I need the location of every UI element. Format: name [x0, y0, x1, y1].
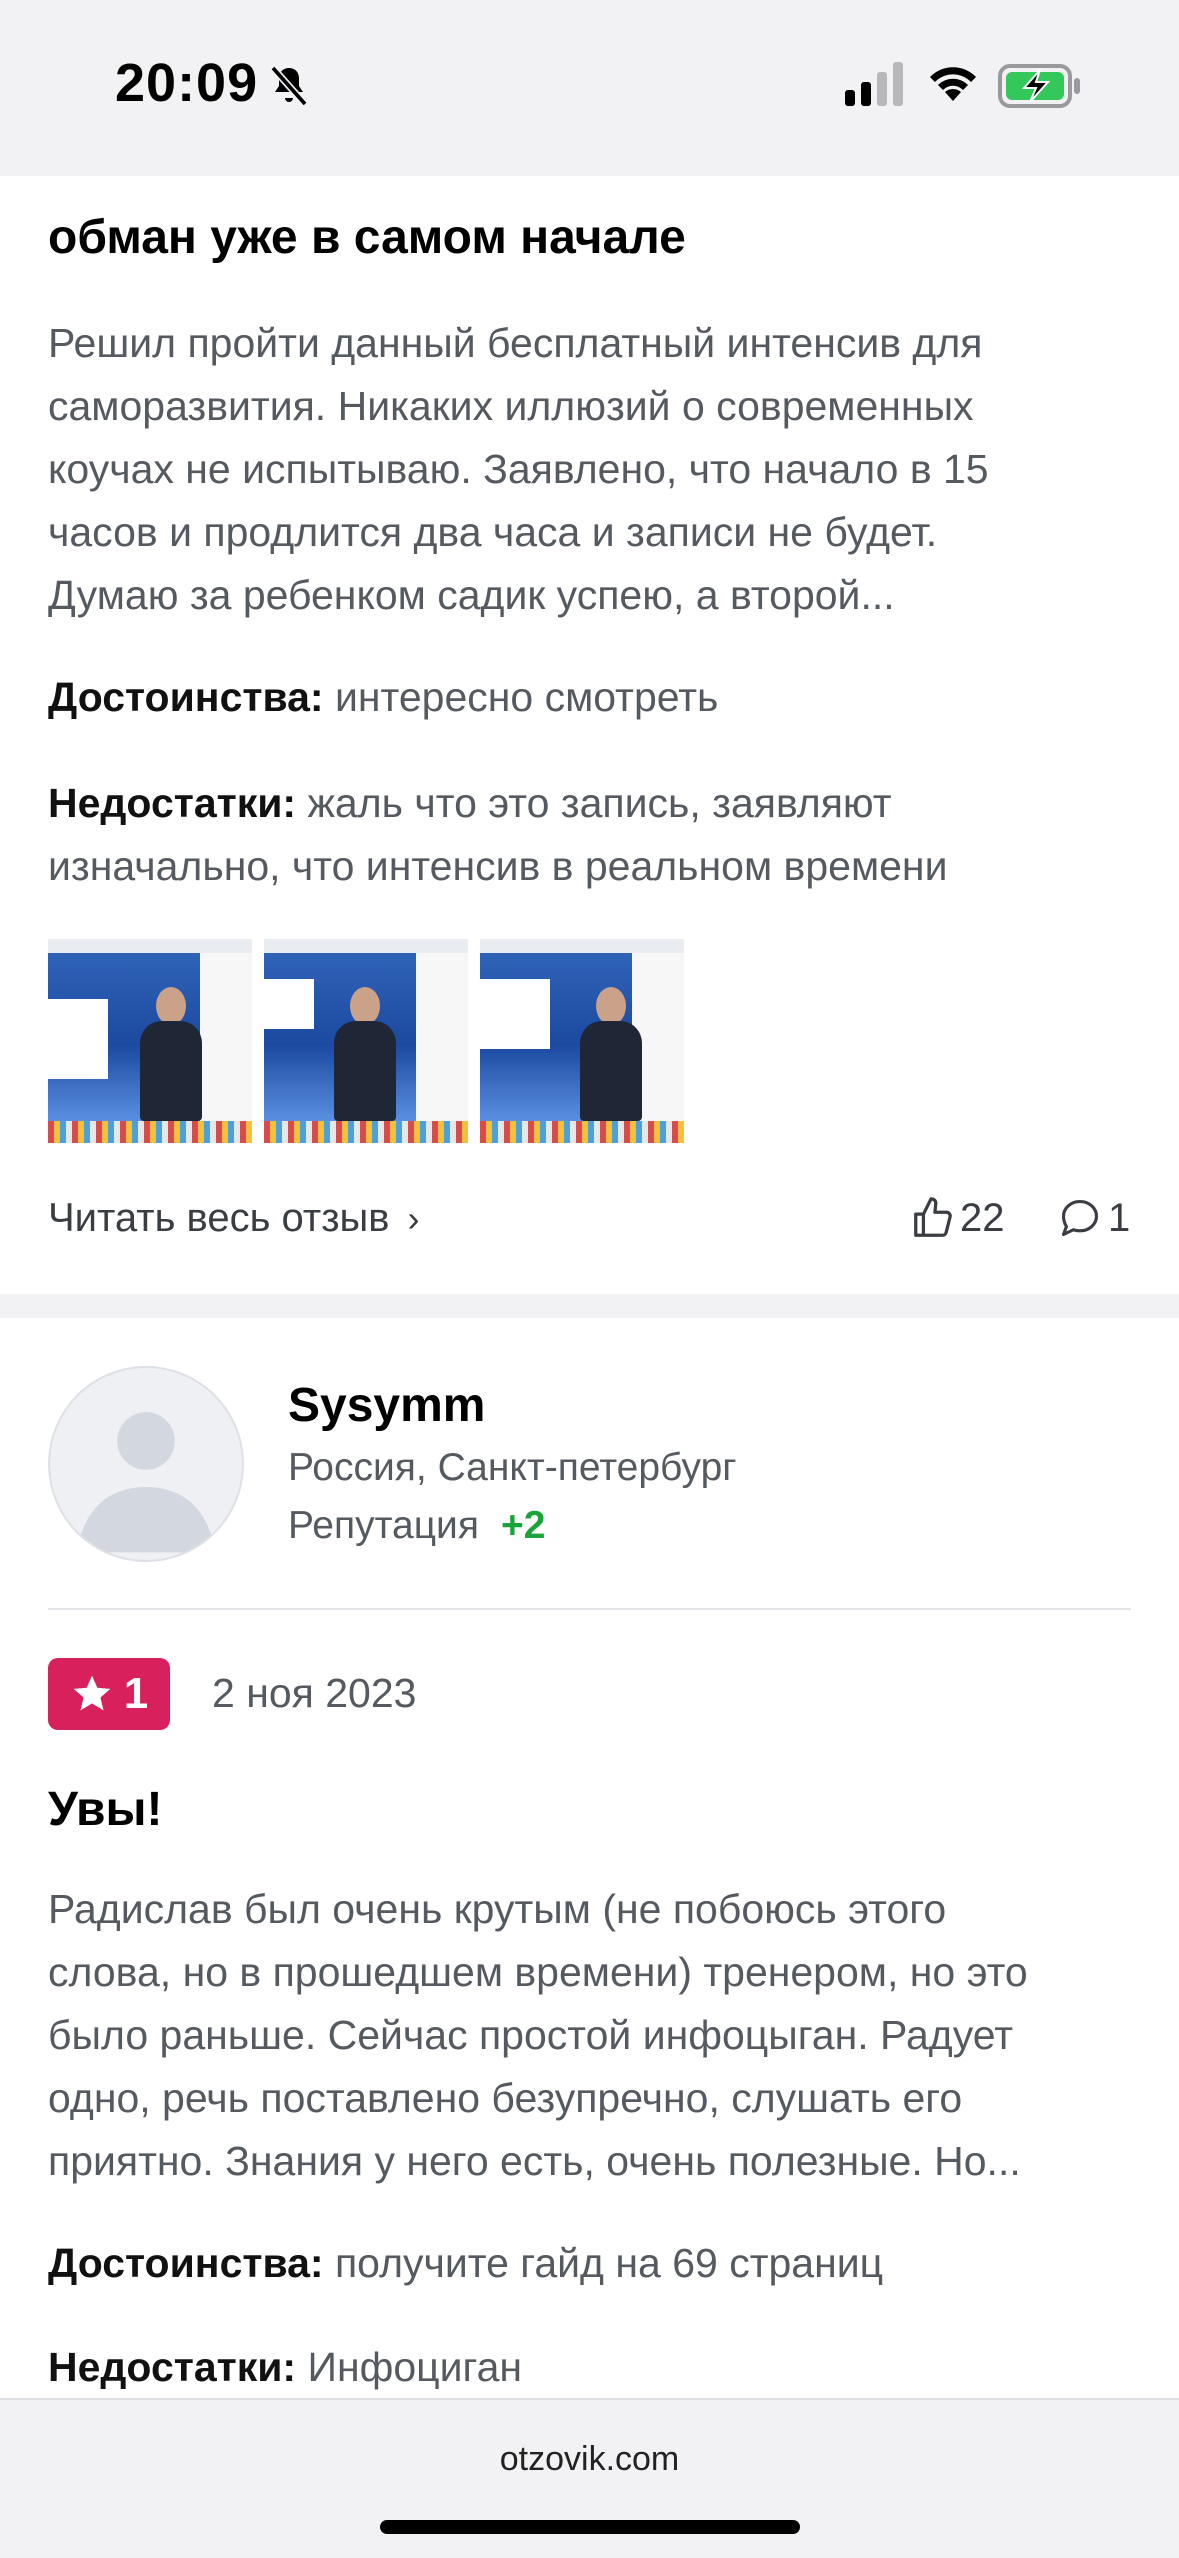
status-bar: 20:09 [0, 0, 1179, 176]
excerpt-line: Думаю за ребенком садик успею, а второй.… [48, 572, 895, 618]
read-full-review-link[interactable]: Читать весь отзыв › [48, 1196, 420, 1241]
reputation-value: +2 [500, 1504, 546, 1547]
review-cons: Недостатки: Инфоциган [48, 2336, 1138, 2399]
review-excerpt[interactable]: Радислав был очень крутым (не побоюсь эт… [48, 1878, 1138, 2193]
review-title: обман уже в самом начале [48, 211, 686, 264]
excerpt-line: слова, но в прошедшем времени) тренером,… [48, 1949, 1028, 1995]
user-reputation: Репутация +2 [288, 1504, 545, 1548]
site-url[interactable]: otzovik.com [0, 2440, 1179, 2479]
like-button[interactable]: 22 [910, 1190, 1005, 1246]
excerpt-line: Радислав был очень крутым (не побоюсь эт… [48, 1886, 947, 1932]
review-cons: Недостатки: жаль что это запись, заявляю… [48, 772, 1138, 898]
rating-value: 1 [123, 1669, 149, 1718]
username[interactable]: Sysymm [288, 1378, 485, 1433]
review-photo-thumbnail[interactable] [264, 939, 468, 1143]
pros-label: Достоинства: [48, 2240, 324, 2286]
review-excerpt[interactable]: Решил пройти данный бесплатный интенсив … [48, 312, 1138, 627]
review-photo-thumbnail[interactable] [480, 939, 684, 1143]
chevron-right-icon: › [407, 1198, 420, 1239]
avatar[interactable] [48, 1366, 244, 1562]
excerpt-line: было раньше. Сейчас простой инфоцыган. Р… [48, 2012, 1013, 2058]
pros-text: получите гайд на 69 страниц [334, 2240, 884, 2286]
comment-count: 1 [1108, 1195, 1131, 1240]
review-card-1: обман уже в самом начале Решил пройти да… [0, 176, 1179, 1294]
cons-text: жаль что это запись, заявляют [307, 780, 892, 826]
cellular-signal-icon [845, 62, 903, 106]
excerpt-line: приятно. Знания у него есть, очень полез… [48, 2138, 1021, 2184]
cons-label: Недостатки: [48, 780, 297, 826]
divider [48, 1608, 1131, 1610]
excerpt-line: саморазвития. Никаких иллюзий о современ… [48, 383, 974, 429]
excerpt-line: часов и продлится два часа и записи не б… [48, 509, 938, 555]
comments-button[interactable]: 1 [1058, 1190, 1130, 1246]
excerpt-line: коучах не испытываю. Заявлено, что начал… [48, 446, 989, 492]
cons-text: изначально, что интенсив в реальном врем… [48, 843, 948, 889]
review-pros: Достоинства: интересно смотреть [48, 666, 1138, 729]
reputation-label: Репутация [288, 1504, 479, 1547]
review-pros: Достоинства: получите гайд на 69 страниц [48, 2232, 1138, 2295]
status-time: 20:09 [115, 53, 259, 113]
read-full-review-label: Читать весь отзыв [48, 1196, 390, 1240]
review-photo-thumbnail[interactable] [48, 939, 252, 1143]
cons-text: Инфоциган [307, 2344, 523, 2390]
excerpt-line: одно, речь поставлено безупречно, слушат… [48, 2075, 963, 2121]
browser-bottom-bar: otzovik.com [0, 2398, 1179, 2558]
review-card-2: Sysymm Россия, Санкт-петербург Репутация… [0, 1318, 1179, 2398]
review-title: Увы! [48, 1783, 163, 1836]
wifi-icon [930, 67, 976, 101]
rating-badge: 1 [48, 1658, 170, 1730]
star-icon [73, 1675, 111, 1711]
pros-label: Достоинства: [48, 674, 324, 720]
battery-charging-icon [998, 64, 1080, 108]
pros-text: интересно смотреть [334, 674, 719, 720]
default-avatar-icon [76, 1412, 216, 1553]
like-count: 22 [960, 1195, 1005, 1240]
bell-muted-icon [270, 65, 308, 107]
user-location: Россия, Санкт-петербург [288, 1446, 737, 1489]
review-date: 2 ноя 2023 [212, 1670, 417, 1716]
home-indicator[interactable] [380, 2520, 800, 2534]
thumbs-up-icon [914, 1197, 952, 1237]
excerpt-line: Решил пройти данный бесплатный интенсив … [48, 320, 983, 366]
comment-bubble-icon [1061, 1199, 1099, 1237]
cons-label: Недостатки: [48, 2344, 297, 2390]
